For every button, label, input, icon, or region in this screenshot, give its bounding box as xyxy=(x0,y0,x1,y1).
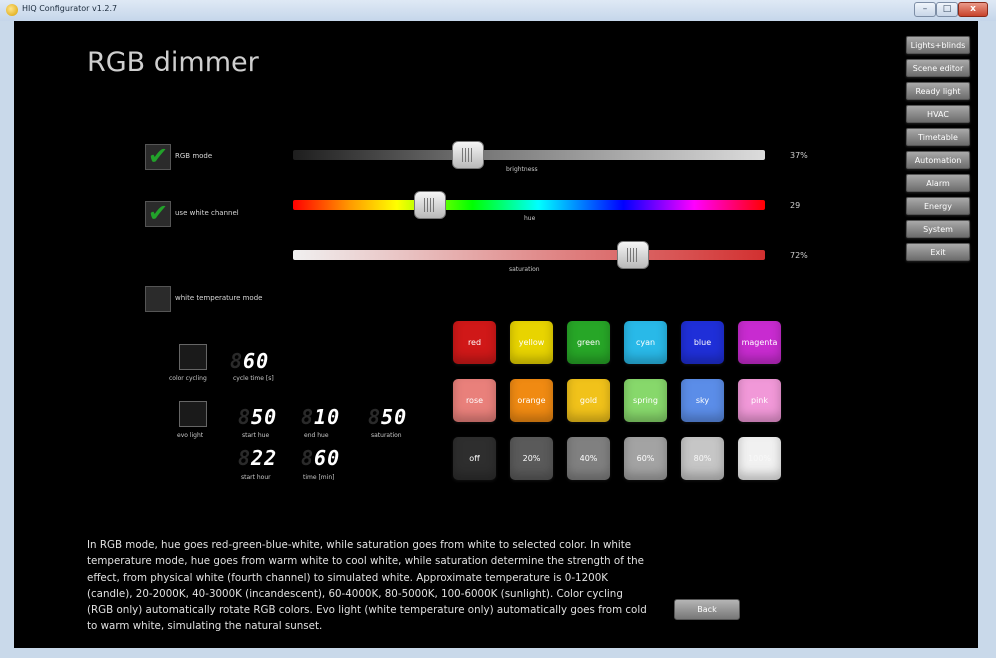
start-hour-label: start hour xyxy=(241,474,271,481)
nav-energy[interactable]: Energy xyxy=(906,197,970,215)
color-swatch-100pct[interactable]: 100% xyxy=(738,437,781,480)
hue-value: 29 xyxy=(790,201,801,210)
rgb-mode-label: RGB mode xyxy=(175,152,213,160)
hue-slider-track[interactable] xyxy=(293,200,765,210)
time-min-label: time [min] xyxy=(303,474,335,481)
nav-alarm[interactable]: Alarm xyxy=(906,174,970,192)
color-swatch-80pct[interactable]: 80% xyxy=(681,437,724,480)
page-title: RGB dimmer xyxy=(87,47,259,78)
nav-exit[interactable]: Exit xyxy=(906,243,970,261)
title-bar: HIQ Configurator v1.2.7 – □ x xyxy=(0,0,996,22)
use-white-channel-checkbox[interactable]: ✔ xyxy=(145,199,171,227)
main-canvas: RGB dimmer Lights+blinds Scene editor Re… xyxy=(14,21,978,648)
saturation-slider-track[interactable] xyxy=(293,250,765,260)
checkmark-icon: ✔ xyxy=(148,142,169,170)
saturation-label: saturation xyxy=(509,266,540,273)
color-swatch-cyan[interactable]: cyan xyxy=(624,321,667,364)
evo-light-checkbox[interactable] xyxy=(179,401,207,427)
color-swatch-magenta[interactable]: magenta xyxy=(738,321,781,364)
use-white-channel-label: use white channel xyxy=(175,209,239,217)
color-swatch-green[interactable]: green xyxy=(567,321,610,364)
help-text: In RGB mode, hue goes red-green-blue-whi… xyxy=(87,539,647,633)
time-min-display: 860 xyxy=(301,446,341,470)
hue-slider-handle[interactable] xyxy=(413,191,446,219)
brightness-slider-track[interactable] xyxy=(293,150,765,160)
nav-timetable[interactable]: Timetable xyxy=(906,128,970,146)
color-swatch-gold[interactable]: gold xyxy=(567,379,610,422)
color-cycling-label: color cycling xyxy=(169,375,207,382)
cycle-time-label: cycle time [s] xyxy=(233,375,274,382)
cycle-time-display: 860 xyxy=(230,349,270,373)
color-swatch-blue[interactable]: blue xyxy=(681,321,724,364)
brightness-slider-handle[interactable] xyxy=(451,141,484,169)
maximize-icon: □ xyxy=(942,4,952,14)
back-button[interactable]: Back xyxy=(674,599,740,620)
window-title: HIQ Configurator v1.2.7 xyxy=(22,4,118,13)
color-cycling-checkbox[interactable] xyxy=(179,344,207,370)
nav-automation[interactable]: Automation xyxy=(906,151,970,169)
color-swatch-20pct[interactable]: 20% xyxy=(510,437,553,480)
nav-lights-blinds[interactable]: Lights+blinds xyxy=(906,36,970,54)
color-swatch-pink[interactable]: pink xyxy=(738,379,781,422)
start-hue-label: start hue xyxy=(242,432,270,439)
color-swatch-yellow[interactable]: yellow xyxy=(510,321,553,364)
color-swatch-red[interactable]: red xyxy=(453,321,496,364)
evo-light-label: evo light xyxy=(177,432,204,439)
hue-label: hue xyxy=(524,215,536,222)
window-frame-bottom xyxy=(0,648,996,658)
color-swatch-rose[interactable]: rose xyxy=(453,379,496,422)
white-temperature-mode-checkbox[interactable] xyxy=(145,286,171,312)
color-swatch-60pct[interactable]: 60% xyxy=(624,437,667,480)
window-frame-left xyxy=(0,21,14,658)
minimize-button[interactable]: – xyxy=(914,2,936,17)
start-hour-display: 822 xyxy=(238,446,278,470)
nav-hvac[interactable]: HVAC xyxy=(906,105,970,123)
maximize-button[interactable]: □ xyxy=(936,2,958,17)
nav-ready-light[interactable]: Ready light xyxy=(906,82,970,100)
white-temperature-mode-label: white temperature mode xyxy=(175,294,263,302)
color-swatch-40pct[interactable]: 40% xyxy=(567,437,610,480)
color-swatch-off[interactable]: off xyxy=(453,437,496,480)
brightness-value: 37% xyxy=(790,151,808,160)
color-swatch-orange[interactable]: orange xyxy=(510,379,553,422)
close-button[interactable]: x xyxy=(958,2,988,17)
close-icon: x xyxy=(970,4,976,14)
end-hue-label: end hue xyxy=(304,432,329,439)
saturation-display: 850 xyxy=(368,405,408,429)
nav-system[interactable]: System xyxy=(906,220,970,238)
color-swatch-sky[interactable]: sky xyxy=(681,379,724,422)
color-swatch-spring[interactable]: spring xyxy=(624,379,667,422)
start-hue-display: 850 xyxy=(238,405,278,429)
rgb-mode-checkbox[interactable]: ✔ xyxy=(145,142,171,170)
end-hue-display: 810 xyxy=(301,405,341,429)
minimize-icon: – xyxy=(922,4,928,14)
nav-scene-editor[interactable]: Scene editor xyxy=(906,59,970,77)
window-frame-right xyxy=(978,21,996,658)
saturation-display-label: saturation xyxy=(371,432,402,439)
app-icon xyxy=(6,4,18,16)
saturation-value: 72% xyxy=(790,251,808,260)
brightness-label: brightness xyxy=(506,166,538,173)
saturation-slider-handle[interactable] xyxy=(616,241,649,269)
checkmark-icon: ✔ xyxy=(148,199,169,227)
